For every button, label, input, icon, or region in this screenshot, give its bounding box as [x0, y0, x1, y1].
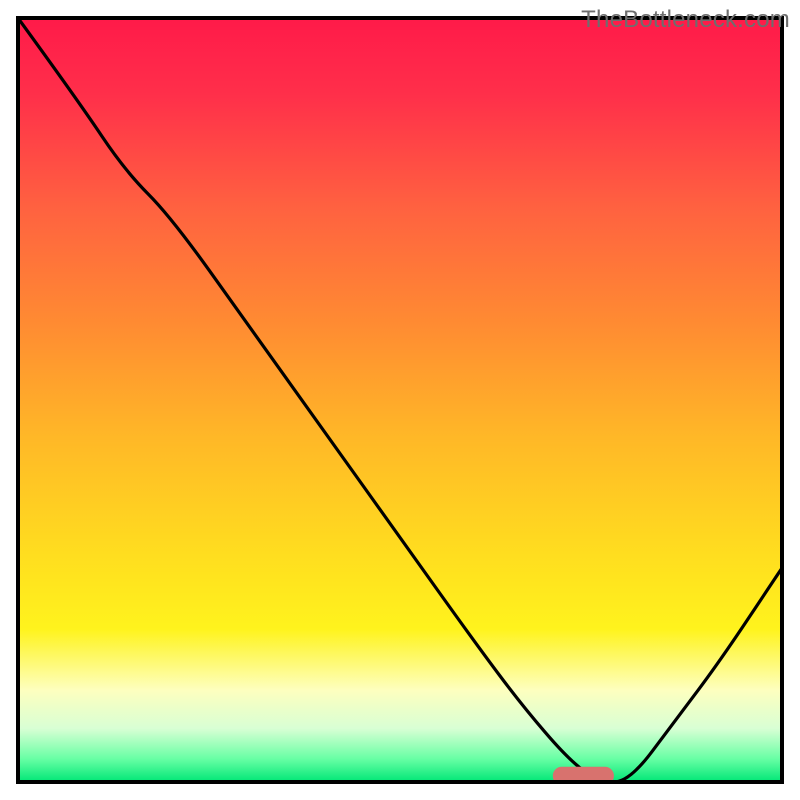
gradient-background: [18, 18, 782, 782]
chart-canvas: TheBottleneck.com: [0, 0, 800, 800]
chart-svg: [0, 0, 800, 800]
watermark-label: TheBottleneck.com: [581, 6, 790, 34]
